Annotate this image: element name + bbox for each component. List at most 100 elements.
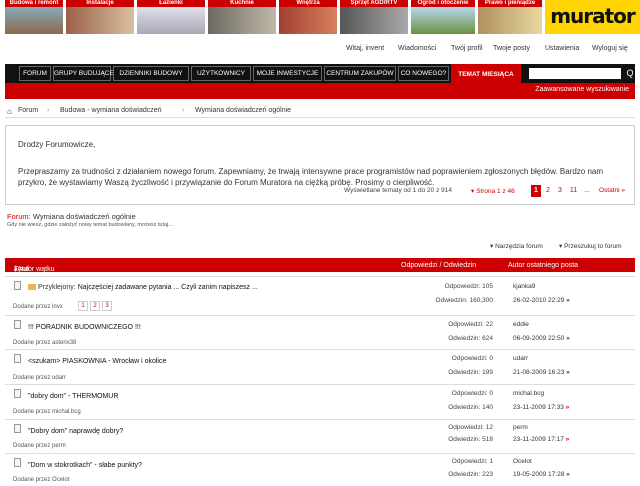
thread-row[interactable]: "dobry dom" - THERMOMUR Dodane przez mic…: [5, 384, 635, 416]
thread-views: Odwiedzin: 199: [448, 369, 493, 376]
thread-replies: Odpowiedzi: 105: [444, 283, 493, 290]
forum-tools-menu[interactable]: ▾ Narzędzia forum: [490, 242, 543, 250]
nav-users[interactable]: UŻYTKOWNICY: [191, 66, 251, 81]
thread-replies: Odpowiedzi: 22: [448, 321, 493, 328]
user-links: Witaj, invent Wiadomości Twój profil Two…: [330, 45, 635, 55]
sort-last-post[interactable]: Autor ostatniego posta: [508, 262, 578, 269]
thread-title[interactable]: !!! PORADNIK BUDOWNICZEGO !!!: [28, 324, 141, 331]
go-to-last-post-icon[interactable]: »: [566, 404, 570, 411]
category-wnetrza[interactable]: Wnętrza: [279, 0, 337, 34]
category-image: [66, 7, 134, 34]
last-post-date[interactable]: 23-11-2009 17:33 »: [513, 404, 569, 411]
settings-link[interactable]: Ustawienia: [545, 45, 579, 52]
nav-whats-new[interactable]: CO NOWEGO?: [398, 66, 449, 81]
welcome-text: Witaj, invent: [346, 45, 385, 52]
thread-views: Odwiedzin: 140: [448, 404, 493, 411]
last-post-author[interactable]: Ocelot: [513, 458, 532, 465]
main-nav: FORUM GRUPY BUDUJĄCE DZIENNIKI BUDOWY UŻ…: [5, 64, 635, 83]
thread-row[interactable]: "Dobry dom" naprawdę dobry? Dodane przez…: [5, 419, 635, 451]
category-instalacje[interactable]: Instalacje: [66, 0, 134, 34]
folder-icon: [28, 284, 36, 291]
thread-author: Dodane przez asterix38: [13, 340, 77, 346]
logout-link[interactable]: Wyloguj się: [592, 45, 628, 52]
thread-replies: Odpowiedzi: 12: [448, 424, 493, 431]
breadcrumb-level1[interactable]: Budowa - wymiana doświadczeń: [60, 107, 162, 114]
page-link-current[interactable]: 1: [531, 185, 541, 197]
thread-row[interactable]: !!! PORADNIK BUDOWNICZEGO !!! Dodane prz…: [5, 315, 635, 347]
threads-shown-text: Wyświetlane tematy od 1 do 20 z 914: [344, 187, 452, 194]
page-link[interactable]: 3: [555, 185, 565, 197]
profile-link[interactable]: Twój profil: [451, 45, 483, 52]
category-agd[interactable]: Sprzęt AGD/RTV: [340, 0, 408, 34]
thread-page-link[interactable]: 3: [102, 301, 112, 311]
go-to-last-post-icon[interactable]: »: [566, 471, 570, 478]
thread-row[interactable]: "Dom w stokrotkach" - słabe punkty? Doda…: [5, 453, 635, 486]
last-post-date[interactable]: 23-11-2009 17:17 »: [513, 436, 569, 443]
thread-title[interactable]: Przyklejony: Najczęściej zadawane pytani…: [28, 284, 258, 291]
last-post-date[interactable]: 21-08-2009 16:23 »: [513, 369, 570, 376]
category-budowa[interactable]: Budowa i remont: [5, 0, 63, 34]
murator-logo[interactable]: murator: [545, 0, 640, 34]
search-input[interactable]: [529, 68, 621, 79]
nav-shopping[interactable]: CENTRUM ZAKUPÓW: [324, 66, 396, 81]
last-post-author[interactable]: kjanka9: [513, 283, 535, 290]
thread-page-link[interactable]: 1: [78, 301, 88, 311]
nav-diaries[interactable]: DZIENNIKI BUDOWY: [113, 66, 189, 81]
thread-title[interactable]: "dobry dom" - THERMOMUR: [28, 393, 118, 400]
last-post-author[interactable]: eddie: [513, 321, 529, 328]
thread-views: Odwiedzin: 223: [448, 471, 493, 478]
messages-link[interactable]: Wiadomości: [398, 45, 436, 52]
last-page-link[interactable]: Ostatni »: [599, 187, 625, 197]
home-icon[interactable]: ⌂: [7, 107, 12, 116]
category-lazienki[interactable]: Łazienki: [137, 0, 205, 34]
double-chevron-icon: »: [619, 187, 626, 194]
thread-author: Dodane przez invx: [13, 304, 63, 310]
page-link[interactable]: 2: [543, 185, 553, 197]
breadcrumb: ⌂ Forum › Budowa - wymiana doświadczeń ›…: [5, 104, 635, 118]
go-to-last-post-icon[interactable]: »: [566, 436, 570, 443]
breadcrumb-forum[interactable]: Forum: [18, 107, 38, 114]
advanced-search-link[interactable]: Zaawansowane wyszukiwanie: [535, 86, 629, 93]
breadcrumb-level2: Wymiana doświadczeń ogólnie: [195, 107, 292, 114]
last-post-date[interactable]: 19-05-2009 17:28 »: [513, 471, 570, 478]
thread-views: Odwiedzin: 624: [448, 335, 493, 342]
threads-table-header: Tytuł ▾ / Autor wątku Odpowiedzi / Odwie…: [5, 258, 635, 274]
go-to-last-post-icon[interactable]: »: [566, 369, 570, 376]
nav-investments[interactable]: MOJE INWESTYCJE: [253, 66, 322, 81]
last-post-date[interactable]: 26-02-2010 22:29 »: [513, 297, 570, 304]
page-label[interactable]: ▾ Strona 1 z 46: [471, 187, 515, 197]
thread-views: Odwiedzin: 160,300: [435, 297, 493, 304]
thread-icon: [14, 458, 21, 467]
posts-link[interactable]: Twoje posty: [493, 45, 530, 52]
thread-page-link[interactable]: 2: [90, 301, 100, 311]
nav-topic-of-month[interactable]: TEMAT MIESIĄCA: [451, 64, 521, 83]
category-prawo[interactable]: Prawo i pieniądze: [478, 0, 542, 34]
last-post-author[interactable]: perm: [513, 424, 528, 431]
nav-forum[interactable]: FORUM: [19, 66, 51, 81]
thread-title[interactable]: "Dom w stokrotkach" - słabe punkty?: [28, 462, 142, 469]
category-image: [5, 7, 63, 34]
thread-title[interactable]: "Dobry dom" naprawdę dobry?: [28, 428, 123, 435]
last-post-author[interactable]: udarr: [513, 355, 528, 362]
page-link[interactable]: 11: [567, 185, 580, 197]
category-ogrod[interactable]: Ogród i otoczenie: [411, 0, 475, 34]
category-image: [137, 7, 205, 34]
thread-author: Dodane przez Ocelot: [13, 477, 70, 483]
go-to-last-post-icon[interactable]: »: [566, 297, 570, 304]
thread-icon: [14, 389, 21, 398]
search-forum-menu[interactable]: ▾ Przeszukuj to forum: [559, 242, 622, 250]
last-post-date[interactable]: 06-09-2009 22:50 »: [513, 335, 570, 342]
thread-author: Dodane przez perm: [13, 443, 66, 449]
go-to-last-post-icon[interactable]: »: [566, 335, 570, 342]
search-icon[interactable]: Q: [625, 67, 635, 80]
thread-row[interactable]: <szukam> PIASKOWNIA - Wrocław i okolice …: [5, 349, 635, 381]
nav-groups[interactable]: GRUPY BUDUJĄCE: [53, 66, 114, 81]
page-link: ...: [584, 187, 590, 194]
thread-row[interactable]: Przyklejony: Najczęściej zadawane pytani…: [5, 276, 635, 314]
thread-title[interactable]: <szukam> PIASKOWNIA - Wrocław i okolice: [28, 358, 166, 365]
category-kuchnie[interactable]: Kuchnie: [208, 0, 276, 34]
last-post-author[interactable]: michal.bcg: [513, 390, 544, 397]
forum-description: Gdy nie wiesz, gdzie założyć nowy temat …: [7, 222, 173, 228]
thread-icon: [14, 281, 21, 290]
sort-replies[interactable]: Odpowiedzi / Odwiedzin: [401, 262, 476, 269]
